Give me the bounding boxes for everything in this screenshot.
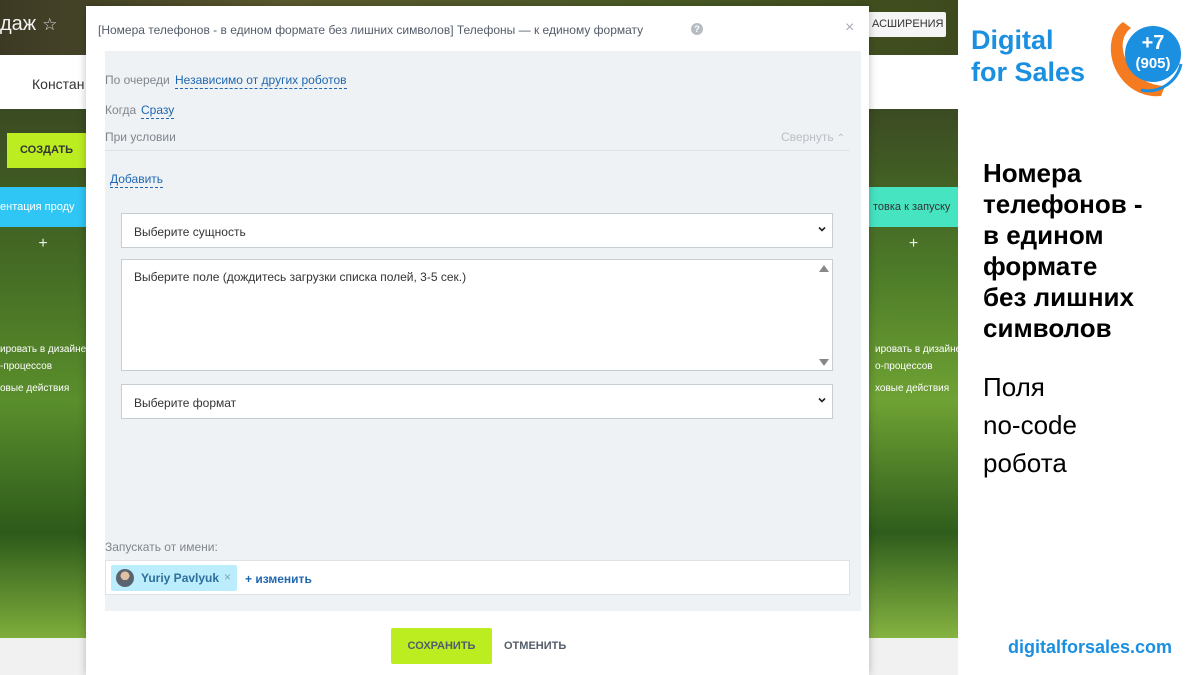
cancel-button[interactable]: ОТМЕНИТЬ: [504, 628, 566, 664]
field-listbox-placeholder: Выберите поле (дождитесь загрузки списка…: [134, 270, 467, 284]
promo-heading-line: в едином: [983, 220, 1104, 250]
brand-line: Digital: [971, 25, 1054, 55]
run-as-user-field[interactable]: Yuriy Pavlyuk × + изменить: [105, 560, 850, 595]
promo-heading: Номера телефонов - в едином формате без …: [983, 158, 1193, 344]
stage-column-left: ентация проду + ировать в дизайне -проце…: [0, 187, 86, 635]
chevron-up-icon: ⌃: [836, 133, 846, 144]
scroll-down-icon[interactable]: [819, 359, 829, 366]
field-listbox[interactable]: Выберите поле (дождитесь загрузки списка…: [121, 259, 833, 371]
create-button[interactable]: СОЗДАТЬ: [7, 133, 86, 168]
stage-hint-right-2: ховые действия: [875, 383, 950, 394]
phone-logo-icon: +7 (905): [1110, 22, 1183, 97]
stage-column-right: товка к запуску + ировать в дизайнере о-…: [869, 187, 958, 635]
chevron-down-icon: [818, 226, 826, 232]
promo-heading-line: телефонов -: [983, 189, 1143, 219]
promo-heading-line: без лишних: [983, 282, 1134, 312]
promo-heading-line: Номера: [983, 158, 1082, 188]
avatar: [116, 569, 134, 587]
collapse-toggle[interactable]: Свернуть ⌃: [781, 130, 845, 144]
chevron-down-icon: [818, 397, 826, 403]
stage-hint-left-2: овые действия: [0, 383, 70, 394]
dialog-title: [Номера телефонов - в едином формате без…: [98, 23, 644, 37]
entity-select[interactable]: Выберите сущность: [121, 213, 833, 248]
promo-heading-line: формате: [983, 251, 1098, 281]
user-chip[interactable]: Yuriy Pavlyuk ×: [111, 565, 237, 591]
format-select[interactable]: Выберите формат: [121, 384, 833, 419]
user-name: Yuriy Pavlyuk: [141, 571, 220, 585]
pipeline-title-text: даж: [0, 13, 37, 35]
stage-hint-right-line: о-процессов: [875, 361, 933, 372]
stage-hint-left-line: ировать в дизайне: [0, 344, 86, 355]
when-label: Когда: [105, 103, 137, 117]
run-as-label: Запускать от имени:: [105, 540, 218, 554]
stage-hint-left-line: -процессов: [0, 361, 53, 372]
badge-line: +7: [1142, 32, 1165, 54]
collapse-label: Свернуть: [781, 130, 834, 144]
promo-subheading: Поля no-code робота: [983, 368, 1077, 482]
condition-label: При условии: [105, 130, 176, 144]
robot-settings-dialog: [Номера телефонов - в едином формате без…: [86, 6, 869, 675]
pipeline-title: даж ☆: [0, 13, 57, 36]
entity-select-value: Выберите сущность: [134, 225, 246, 239]
remove-user-icon[interactable]: ×: [224, 570, 231, 584]
close-icon[interactable]: ×: [845, 19, 854, 37]
brand-name: Digital for Sales: [971, 24, 1085, 88]
scroll-up-icon[interactable]: [819, 265, 829, 272]
promo-sub-line: no-code: [983, 410, 1077, 440]
change-user-link[interactable]: + изменить: [245, 572, 312, 586]
add-robot-right-icon[interactable]: +: [869, 235, 958, 253]
dialog-body: По очереди Независимо от других роботов …: [105, 51, 861, 611]
star-icon[interactable]: ☆: [42, 15, 57, 34]
promo-panel: Digital for Sales +7 (905) Номера телефо…: [958, 0, 1200, 675]
queue-label: По очереди: [105, 73, 170, 87]
tab-constructor[interactable]: Констан: [32, 76, 84, 92]
brand-line: for Sales: [971, 57, 1086, 87]
stage-hint-right: ировать в дизайнере о-процессов: [869, 341, 958, 375]
extensions-button[interactable]: АСШИРЕНИЯ: [868, 12, 946, 37]
queue-value-link[interactable]: Независимо от других роботов: [175, 73, 347, 89]
promo-sub-line: Поля: [983, 372, 1045, 402]
save-button[interactable]: СОХРАНИТЬ: [391, 628, 492, 664]
stage-header-left[interactable]: ентация проду: [0, 187, 86, 227]
dialog-header: [Номера телефонов - в едином формате без…: [86, 6, 869, 50]
stage-hint-left: ировать в дизайне -процессов: [0, 341, 86, 375]
website-link[interactable]: digitalforsales.com: [1008, 637, 1172, 658]
stage-header-right[interactable]: товка к запуску: [869, 187, 958, 227]
promo-heading-line: символов: [983, 313, 1112, 343]
dialog-footer: СОХРАНИТЬ ОТМЕНИТЬ: [86, 611, 869, 675]
add-condition-link[interactable]: Добавить: [110, 172, 164, 188]
format-select-value: Выберите формат: [134, 396, 237, 410]
divider: [105, 150, 850, 151]
help-icon[interactable]: ?: [691, 23, 703, 35]
add-robot-left-icon[interactable]: +: [0, 235, 86, 253]
badge-line: (905): [1135, 55, 1170, 72]
stage-hint-right-line: ировать в дизайнере: [875, 344, 958, 355]
promo-sub-line: робота: [983, 448, 1067, 478]
when-value-link[interactable]: Сразу: [141, 103, 175, 119]
